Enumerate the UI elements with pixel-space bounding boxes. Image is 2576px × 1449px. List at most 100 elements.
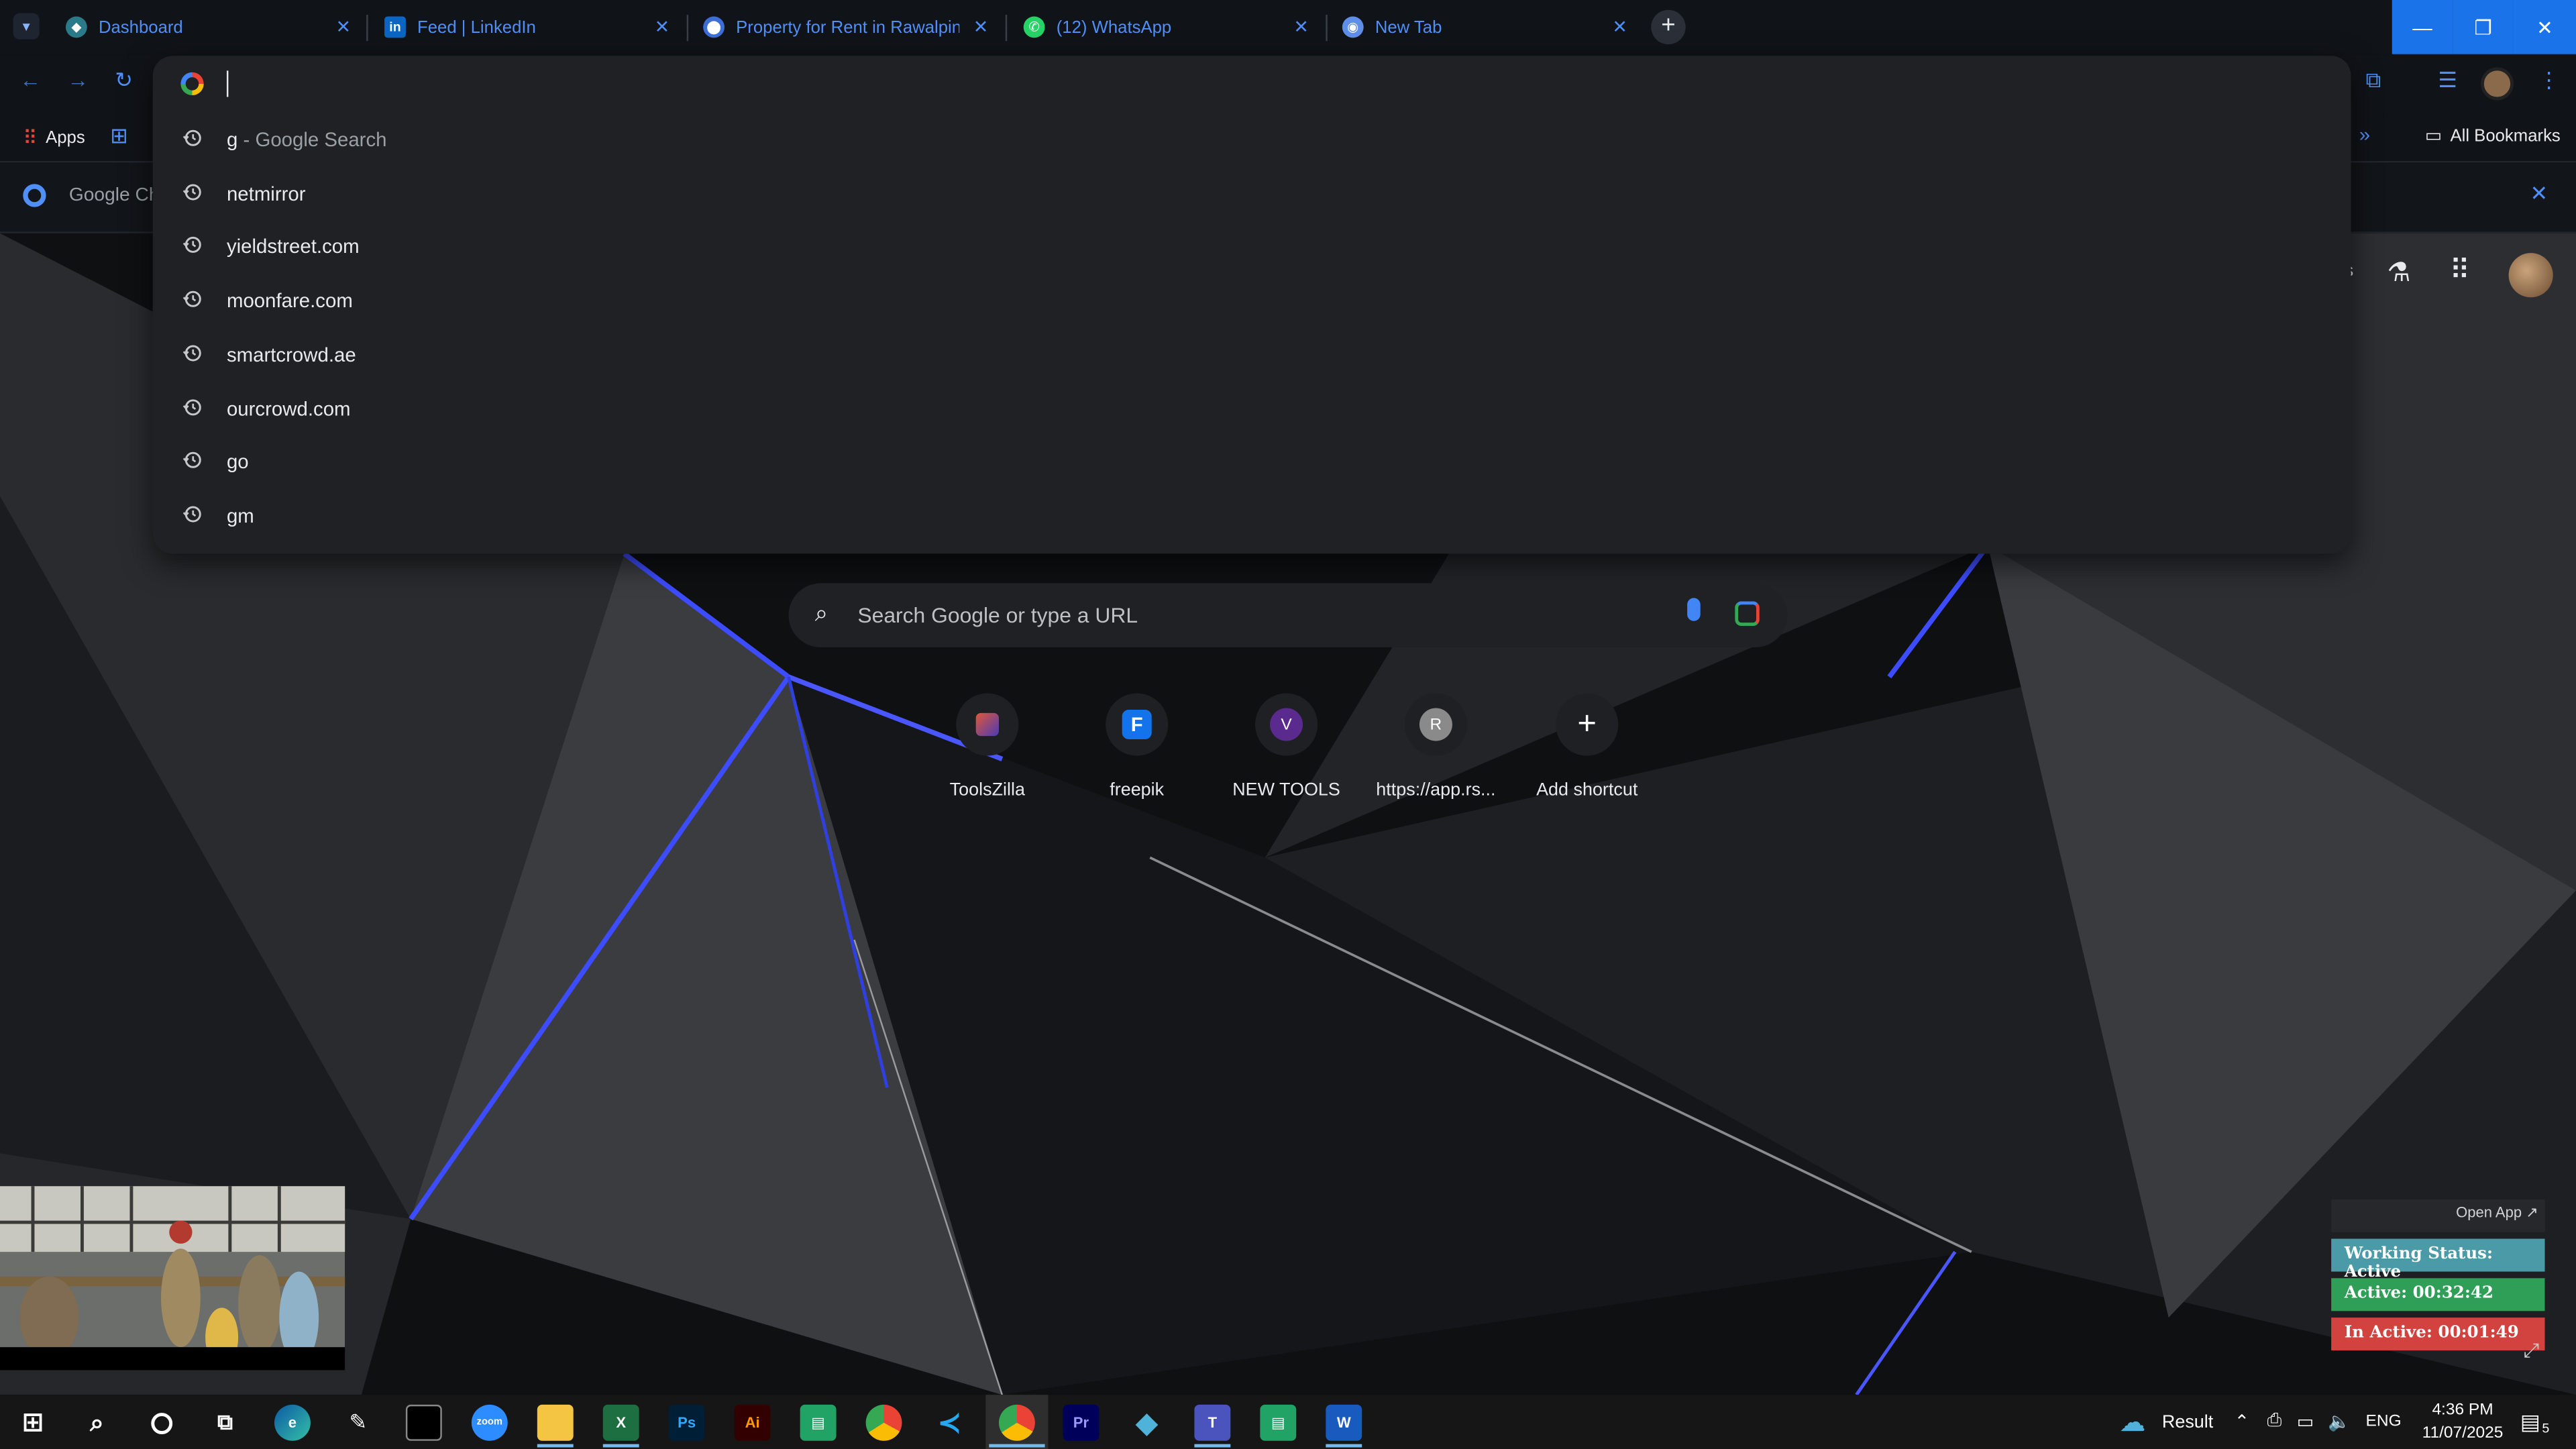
cortana-icon[interactable]: [143, 1405, 179, 1441]
menu-kebab-icon[interactable]: ⋮: [2538, 67, 2560, 93]
sheets-app-2-icon[interactable]: ▤: [1260, 1404, 1297, 1441]
sheets-app-icon[interactable]: ▤: [800, 1404, 837, 1441]
resize-diagonal-icon[interactable]: ⤢: [2524, 1339, 2540, 1364]
edge-icon[interactable]: e: [274, 1404, 311, 1441]
language-indicator[interactable]: ENG: [2366, 1395, 2402, 1449]
vscode-icon[interactable]: ≺: [932, 1405, 968, 1441]
volume-icon[interactable]: 🔈: [2328, 1395, 2351, 1449]
suggestion-query: ourcrowd.com: [226, 396, 351, 420]
tab-label: (12) WhatsApp: [1056, 17, 1172, 38]
all-bookmarks[interactable]: ▭ All Bookmarks: [2425, 125, 2561, 146]
google-apps-grid-icon[interactable]: ⠿: [2449, 255, 2469, 288]
suggestion-text: g - Google Search: [227, 128, 387, 151]
illustrator-icon[interactable]: Ai: [734, 1404, 771, 1441]
omnibox-suggestion[interactable]: g - Google Search: [153, 113, 2351, 166]
omnibox-suggestion[interactable]: moonfare.com: [153, 274, 2351, 327]
teams-icon[interactable]: T: [1194, 1404, 1231, 1441]
profile-avatar[interactable]: [2480, 67, 2514, 101]
network-icon[interactable]: ▭: [2297, 1395, 2314, 1449]
open-app-link[interactable]: Open App ↗: [2331, 1199, 2545, 1232]
reading-list-icon[interactable]: ☰: [2438, 67, 2457, 93]
chrome-icon[interactable]: [865, 1404, 902, 1441]
history-clock-icon: [182, 183, 201, 200]
zoom-icon[interactable]: zoom: [471, 1404, 508, 1441]
close-icon[interactable]: ✕: [969, 16, 992, 38]
google-g-icon: [180, 72, 204, 96]
suggestion-query: smartcrowd.ae: [226, 343, 356, 366]
chevron-overflow-icon[interactable]: »: [2359, 123, 2370, 146]
restore-button[interactable]: ❐: [2453, 0, 2514, 54]
close-window-button[interactable]: ✕: [2513, 0, 2576, 54]
forward-arrow-icon[interactable]: →: [67, 67, 89, 92]
omnibox-suggestion[interactable]: ourcrowd.com: [153, 382, 2351, 434]
tab-property[interactable]: ⬤ Property for Rent in Rawalpindi ✕: [703, 5, 992, 49]
tab-whatsapp[interactable]: ✆ (12) WhatsApp ✕: [1023, 5, 1313, 49]
task-view-icon[interactable]: ⧉: [207, 1405, 244, 1441]
system-clock[interactable]: 4:36 PM 11/07/2025: [2422, 1400, 2504, 1446]
shortcut-add[interactable]: + Add shortcut: [1513, 693, 1661, 800]
suggestion-query: moonfare.com: [226, 289, 353, 313]
photoshop-logo-text: Ps: [678, 1414, 696, 1432]
pen-icon[interactable]: ✎: [340, 1405, 376, 1441]
omnibox-suggestion[interactable]: netmirror: [153, 167, 2351, 219]
reload-icon[interactable]: ↻: [115, 67, 133, 93]
search-icon[interactable]: ⌕: [79, 1405, 115, 1441]
windows-taskbar: ⊞ ⌕ ⧉ e ✎ zoom X Ps Ai ▤ ≺ Pr ◆ T ▤ W ☁ …: [0, 1395, 2576, 1449]
action-center-button[interactable]: ▤ 5: [2520, 1395, 2549, 1449]
extensions-icon[interactable]: ⧉: [2366, 67, 2381, 93]
tab-linkedin[interactable]: in Feed | LinkedIn ✕: [384, 5, 674, 49]
tab-search-chevron-icon[interactable]: ▾: [13, 13, 40, 40]
excel-icon[interactable]: X: [602, 1404, 639, 1441]
voice-search-mic-icon[interactable]: [1687, 598, 1701, 621]
omnibox-suggestion[interactable]: gm: [153, 490, 2351, 542]
omnibox-suggestion[interactable]: yieldstreet.com: [153, 221, 2351, 273]
shortcut-new-tools[interactable]: V NEW TOOLS: [1212, 693, 1360, 800]
running-indicator: [602, 1444, 639, 1448]
infobar-close-icon[interactable]: ✕: [2530, 180, 2548, 207]
clock-time: 4:36 PM: [2432, 1401, 2493, 1419]
tab-new-tab[interactable]: ◉ New Tab ✕: [1342, 5, 1631, 49]
toolszilla-favicon-icon: [975, 712, 999, 737]
notification-count: 5: [2542, 1421, 2550, 1436]
apps-label: Apps: [46, 128, 85, 148]
photoshop-icon[interactable]: Ps: [668, 1404, 705, 1441]
suggestion-subtext: - Google Search: [237, 128, 387, 152]
notification-icon: ▤: [2520, 1409, 2540, 1434]
close-icon[interactable]: ✕: [332, 16, 355, 38]
terminal-icon[interactable]: [405, 1404, 442, 1441]
history-clock-icon: [182, 129, 201, 146]
file-explorer-icon[interactable]: [537, 1404, 574, 1441]
google-lens-icon[interactable]: [1735, 601, 1760, 627]
premiere-icon[interactable]: Pr: [1063, 1404, 1099, 1441]
tab-label: New Tab: [1375, 17, 1442, 38]
running-indicator: [1326, 1444, 1362, 1448]
suggestion-query: go: [226, 450, 249, 474]
windows-start-icon[interactable]: ⊞: [15, 1405, 51, 1441]
account-avatar[interactable]: [2508, 253, 2553, 298]
shortcut-freepik[interactable]: F freepik: [1063, 693, 1211, 800]
back-arrow-icon[interactable]: ←: [19, 67, 41, 92]
labs-flask-icon[interactable]: ⚗: [2387, 256, 2410, 289]
apps-bookmark[interactable]: ⠿ Apps: [23, 127, 85, 150]
shortcut-toolszilla[interactable]: ToolsZilla: [914, 693, 1061, 800]
app-diamond-icon[interactable]: ◆: [1128, 1405, 1165, 1441]
picture-in-picture-video[interactable]: [0, 1186, 345, 1371]
close-icon[interactable]: ✕: [651, 16, 674, 38]
ntp-search-box[interactable]: ⌕ Search Google or type a URL: [788, 583, 1788, 647]
chrome-active-icon[interactable]: [998, 1404, 1035, 1441]
close-icon[interactable]: ✕: [1289, 16, 1312, 38]
tab-label: Dashboard: [98, 17, 183, 38]
tab-groups-icon[interactable]: ⊞: [110, 123, 128, 150]
meet-now-icon[interactable]: ⎙: [2267, 1395, 2282, 1449]
close-icon[interactable]: ✕: [1609, 16, 1631, 38]
word-icon[interactable]: W: [1326, 1404, 1362, 1441]
omnibox-suggestion[interactable]: go: [153, 435, 2351, 488]
omnibox-suggestion[interactable]: smartcrowd.ae: [153, 328, 2351, 380]
minimize-button[interactable]: —: [2392, 0, 2453, 54]
shortcut-app-rs[interactable]: R https://app.rs...: [1362, 693, 1509, 800]
weather-widget[interactable]: ☁ Result: [2119, 1395, 2213, 1449]
omnibox-input[interactable]: [153, 56, 2351, 111]
chevron-up-icon[interactable]: ⌃: [2235, 1395, 2250, 1449]
new-tab-plus-icon[interactable]: +: [1651, 9, 1686, 45]
tab-dashboard[interactable]: ◆ Dashboard ✕: [65, 5, 355, 49]
